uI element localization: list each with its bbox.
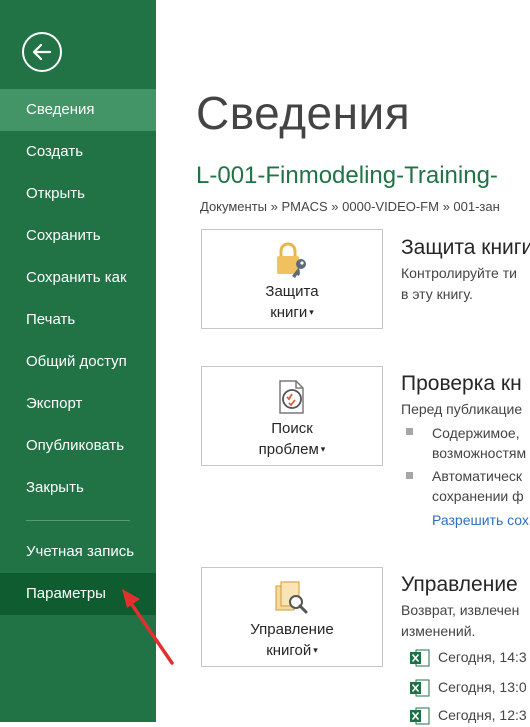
version-label: Сегодня, 12:3	[438, 707, 527, 723]
inspect-bullet1-line2: возможностям	[432, 445, 527, 461]
file-name: L-001-Finmodeling-Training-	[196, 162, 498, 189]
inspect-section-title: Проверка кн	[401, 372, 522, 395]
check-issues-button[interactable]: Поиск проблем ▾	[201, 366, 383, 466]
nav-item-share[interactable]: Общий доступ	[0, 341, 156, 383]
excel-file-icon	[410, 707, 430, 725]
manage-workbook-button[interactable]: Управление книгой ▾	[201, 567, 383, 667]
inspect-bullet2-line1: Автоматическ	[432, 468, 523, 484]
back-arrow-icon	[32, 43, 52, 61]
nav-item-account[interactable]: Учетная запись	[0, 531, 156, 573]
lock-icon	[277, 242, 306, 278]
nav-separator	[26, 520, 130, 521]
protect-desc-line1: Контролируйте ти	[401, 265, 517, 281]
version-label: Сегодня, 14:3	[438, 649, 527, 665]
inspect-bullet2-line2: сохранении ф	[432, 488, 524, 504]
protect-section-title: Защита книги	[401, 236, 530, 259]
red-annotation-arrow	[122, 589, 174, 665]
manage-desc-line2: изменений.	[401, 623, 476, 639]
manage-desc-line1: Возврат, извлечен	[401, 602, 520, 618]
bullet-icon	[406, 428, 413, 435]
nav-item-save-as[interactable]: Сохранить как	[0, 257, 156, 299]
nav-item-new[interactable]: Создать	[0, 131, 156, 173]
check-issues-label: Поиск проблем ▾	[258, 420, 326, 458]
allow-save-link[interactable]: Разрешить сох	[432, 512, 529, 528]
nav-item-close[interactable]: Закрыть	[0, 467, 156, 509]
protect-workbook-button[interactable]: Защита книги ▾	[201, 229, 383, 329]
excel-file-icon	[410, 679, 430, 697]
inspect-desc: Перед публикацие	[401, 401, 523, 417]
protect-desc-line2: в эту книгу.	[401, 286, 473, 302]
bullet-icon	[406, 472, 413, 479]
manage-workbook-label: Управление книгой ▾	[250, 621, 334, 659]
nav-item-open[interactable]: Открыть	[0, 173, 156, 215]
inspect-bullet1-line1: Содержимое,	[432, 425, 520, 441]
protect-workbook-label: Защита книги ▾	[265, 283, 319, 321]
nav-item-export[interactable]: Экспорт	[0, 383, 156, 425]
back-button[interactable]	[22, 32, 62, 72]
manage-section-title: Управление	[401, 573, 518, 596]
nav-item-publish[interactable]: Опубликовать	[0, 425, 156, 467]
nav-item-save[interactable]: Сохранить	[0, 215, 156, 257]
info-panel: Сведения L-001-Finmodeling-Training- Док…	[156, 0, 530, 725]
excel-file-icon	[410, 649, 430, 667]
inspect-document-icon	[279, 380, 304, 414]
page-title: Сведения	[196, 87, 411, 139]
manage-versions-icon	[275, 581, 308, 614]
version-label: Сегодня, 13:0	[438, 679, 527, 695]
nav-item-info[interactable]: Сведения	[0, 89, 156, 131]
breadcrumb: Документы » PMACS » 0000-VIDEO-FM » 001-…	[200, 199, 500, 214]
nav-item-print[interactable]: Печать	[0, 299, 156, 341]
